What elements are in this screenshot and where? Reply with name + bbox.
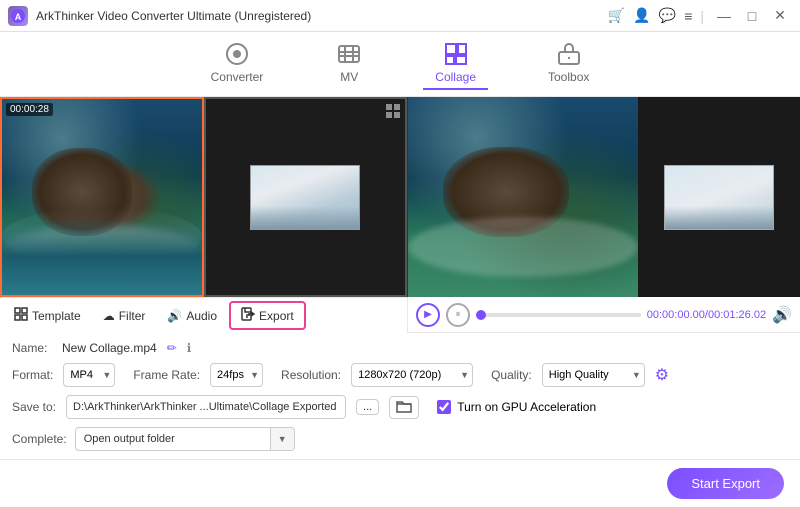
info-icon[interactable]: ℹ [187, 341, 192, 355]
audio-icon: 🔊 [167, 309, 182, 323]
time-display: 00:00:00.00/00:01:26.02 [647, 309, 766, 321]
titlebar-icons: 🛒 👤 💬 ≡ | [608, 7, 704, 24]
progress-dot [476, 310, 486, 320]
mv-label: MV [340, 70, 358, 84]
toolbox-label: Toolbox [548, 70, 589, 84]
gpu-label: Turn on GPU Acceleration [457, 400, 596, 414]
quality-label: Quality: [491, 368, 532, 382]
gpu-checkbox[interactable] [437, 400, 451, 414]
template-label: Template [32, 309, 81, 323]
nav-mv[interactable]: MV [323, 36, 375, 90]
resolution-select-wrapper: 1280x720 (720p) 1920x1080 (1080p) ▼ [351, 363, 473, 387]
window-controls: — □ ✕ [712, 4, 792, 28]
gpu-acceleration-row: Turn on GPU Acceleration [437, 400, 596, 414]
quality-select[interactable]: High Quality Medium Quality [542, 363, 645, 387]
maximize-button[interactable]: □ [740, 4, 764, 28]
audio-label: Audio [186, 309, 217, 323]
playback-controls: ▶ ⏸ 00:00:00.00/00:01:26.02 🔊 [408, 297, 800, 332]
mv-icon [335, 40, 363, 68]
ocean-video-left [2, 99, 202, 295]
grid-icon [385, 103, 401, 122]
complete-row: Complete: Open output folder ▼ [12, 427, 788, 451]
preview-area [408, 97, 800, 297]
name-label: Name: [12, 341, 52, 355]
saveto-label: Save to: [12, 400, 56, 414]
close-button[interactable]: ✕ [768, 4, 792, 28]
svg-text:A: A [15, 12, 22, 22]
app-title: ArkThinker Video Converter Ultimate (Unr… [36, 9, 608, 23]
complete-arrow[interactable]: ▼ [270, 427, 294, 451]
chat-icon[interactable]: 💬 [659, 7, 676, 24]
complete-value: Open output folder [76, 433, 270, 445]
export-file-icon [241, 307, 255, 324]
framerate-select[interactable]: 24fps 30fps 60fps [210, 363, 263, 387]
play-button[interactable]: ▶ [416, 303, 440, 327]
template-icon [14, 307, 28, 324]
filter-icon: ☁ [103, 309, 115, 323]
collage-label: Collage [435, 70, 476, 84]
collage-editor: 00:00:28 [0, 97, 408, 297]
complete-label: Complete: [12, 432, 67, 446]
title-bar: A ArkThinker Video Converter Ultimate (U… [0, 0, 800, 32]
open-folder-button[interactable] [389, 396, 419, 419]
nav-toolbox[interactable]: Toolbox [536, 36, 601, 90]
progress-bar[interactable] [476, 313, 641, 317]
format-row: Format: MP4 AVI MOV ▼ Frame Rate: 24fps … [12, 363, 788, 387]
user-icon[interactable]: 👤 [633, 7, 650, 24]
save-path-container: D:\ArkThinker\ArkThinker ...Ultimate\Col… [66, 395, 346, 419]
tabs-playback-row: Template ☁ Filter 🔊 Audio Export [0, 297, 800, 333]
format-select-wrapper: MP4 AVI MOV ▼ [63, 363, 115, 387]
format-select[interactable]: MP4 AVI MOV [63, 363, 115, 387]
volume-icon[interactable]: 🔊 [772, 305, 792, 325]
save-path-value: D:\ArkThinker\ArkThinker ...Ultimate\Col… [67, 401, 345, 413]
tabs-bar: Template ☁ Filter 🔊 Audio Export [0, 297, 408, 333]
filter-label: Filter [119, 309, 146, 323]
cart-icon[interactable]: 🛒 [608, 7, 625, 24]
browse-button[interactable]: ... [356, 399, 379, 415]
preview-small-video [664, 165, 774, 230]
inner-video-thumbnail [250, 165, 360, 230]
nav-converter[interactable]: Converter [199, 36, 276, 90]
bottom-bar: Start Export [0, 459, 800, 507]
menu-icon[interactable]: ≡ [684, 8, 692, 24]
minimize-button[interactable]: — [712, 4, 736, 28]
framerate-label: Frame Rate: [133, 368, 200, 382]
resolution-label: Resolution: [281, 368, 341, 382]
saveto-row: Save to: D:\ArkThinker\ArkThinker ...Ult… [12, 395, 788, 419]
timestamp-badge: 00:00:28 [6, 103, 53, 116]
export-tab[interactable]: Export [229, 301, 306, 330]
edit-name-icon[interactable]: ✏ [167, 341, 177, 355]
top-nav: Converter MV Collage [0, 32, 800, 97]
start-export-button[interactable]: Start Export [667, 468, 784, 499]
pause-button[interactable]: ⏸ [446, 303, 470, 327]
settings-gear-button[interactable]: ⚙ [655, 365, 669, 385]
converter-icon [223, 40, 251, 68]
quality-select-wrapper: High Quality Medium Quality ▼ [542, 363, 645, 387]
template-tab[interactable]: Template [4, 303, 91, 328]
filter-tab[interactable]: ☁ Filter [93, 305, 156, 327]
nav-collage[interactable]: Collage [423, 36, 488, 90]
converter-label: Converter [211, 70, 264, 84]
preview-main [408, 97, 638, 297]
collage-panel-right [204, 97, 408, 297]
audio-tab[interactable]: 🔊 Audio [157, 305, 227, 327]
framerate-select-wrapper: 24fps 30fps 60fps ▼ [210, 363, 263, 387]
settings-area: Name: New Collage.mp4 ✏ ℹ Format: MP4 AV… [0, 333, 800, 459]
app-logo: A [8, 6, 28, 26]
collage-icon [442, 40, 470, 68]
name-value: New Collage.mp4 [62, 341, 157, 355]
name-row: Name: New Collage.mp4 ✏ ℹ [12, 341, 788, 355]
toolbox-icon [555, 40, 583, 68]
format-label: Format: [12, 368, 53, 382]
resolution-select[interactable]: 1280x720 (720p) 1920x1080 (1080p) [351, 363, 473, 387]
export-label: Export [259, 309, 294, 323]
collage-panel-left: 00:00:28 [0, 97, 204, 297]
complete-select[interactable]: Open output folder ▼ [75, 427, 295, 451]
preview-secondary [638, 97, 800, 297]
